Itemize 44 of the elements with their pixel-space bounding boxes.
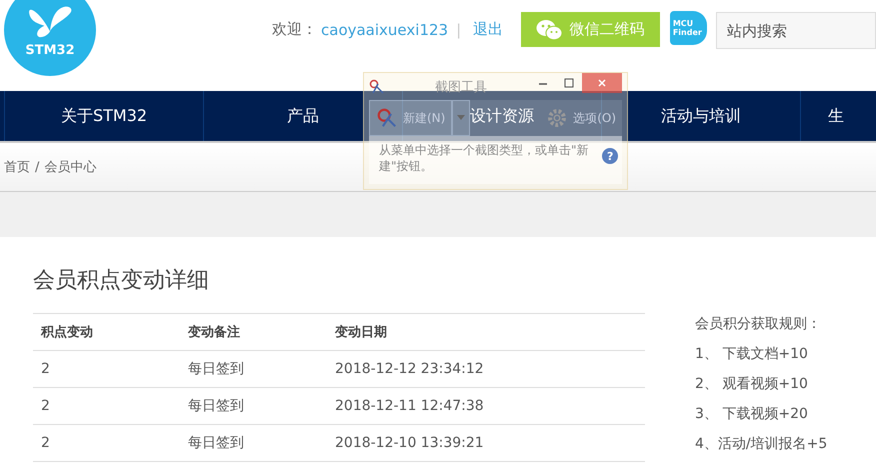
logo-text: STM32 bbox=[25, 43, 75, 58]
welcome-label: 欢迎： bbox=[272, 20, 317, 39]
window-title: 截图工具 bbox=[435, 78, 487, 96]
search-field[interactable]: 站内搜索 bbox=[716, 12, 876, 49]
separator: | bbox=[456, 20, 462, 38]
table-cell: 每日签到 bbox=[180, 388, 327, 424]
gear-icon bbox=[546, 107, 568, 129]
rule-item: 3、 下载视频+20 bbox=[695, 405, 809, 424]
nav-item[interactable]: 活动与培训 bbox=[661, 106, 741, 126]
stm32-logo[interactable]: STM32 bbox=[4, 0, 96, 76]
new-snip-button[interactable]: 新建(N) bbox=[369, 100, 452, 136]
hint-text: 从菜单中选择一个截图类型，或单击"新建"按钮。 bbox=[379, 142, 590, 174]
rule-item: 4、活动/培训报名+5 bbox=[695, 435, 828, 454]
rule-item: 2、 观看视频+10 bbox=[695, 375, 809, 394]
column-header: 积点变动 bbox=[33, 314, 180, 350]
caret-icon bbox=[457, 115, 466, 121]
breadcrumb-link[interactable]: 首页 bbox=[4, 158, 30, 176]
close-icon[interactable] bbox=[582, 73, 622, 93]
table-cell: 2 bbox=[33, 388, 180, 424]
table-cell: 2018-12-11 12:47:38 bbox=[327, 388, 645, 424]
scissors-icon bbox=[376, 107, 398, 129]
table-cell: 2 bbox=[33, 350, 180, 388]
table-cell: 每日签到 bbox=[180, 350, 327, 388]
rule-item: 1、 下载文档+10 bbox=[695, 345, 809, 364]
table-cell: 每日签到 bbox=[180, 424, 327, 462]
column-header: 变动备注 bbox=[180, 314, 327, 350]
options-button[interactable]: 选项(O) bbox=[540, 100, 622, 136]
logout-link[interactable]: 退出 bbox=[473, 20, 504, 39]
breadcrumb-separator: / bbox=[35, 160, 40, 174]
chat-bubbles-icon bbox=[536, 18, 562, 40]
nav-item[interactable]: 设计资源 bbox=[470, 106, 534, 126]
scissors-icon bbox=[369, 78, 385, 94]
mcu-finder-icon[interactable]: MCU Finder bbox=[670, 11, 707, 45]
username-link[interactable]: caoyaaixuexi123 bbox=[321, 20, 448, 38]
nav-item[interactable]: 产品 bbox=[287, 106, 319, 126]
nav-item[interactable]: 关于STM32 bbox=[60, 106, 148, 126]
nav-item[interactable]: 生 bbox=[828, 106, 844, 126]
breadcrumb-link[interactable]: 会员中心 bbox=[44, 158, 96, 176]
table-cell: 2018-12-12 23:34:12 bbox=[327, 350, 645, 388]
table-cell: 2 bbox=[33, 424, 180, 462]
column-header: 变动日期 bbox=[327, 314, 645, 350]
page-title: 会员积点变动详细 bbox=[33, 267, 210, 295]
rules-title: 会员积分获取规则： bbox=[695, 315, 822, 334]
table-cell: 2018-12-10 13:39:21 bbox=[327, 424, 645, 462]
